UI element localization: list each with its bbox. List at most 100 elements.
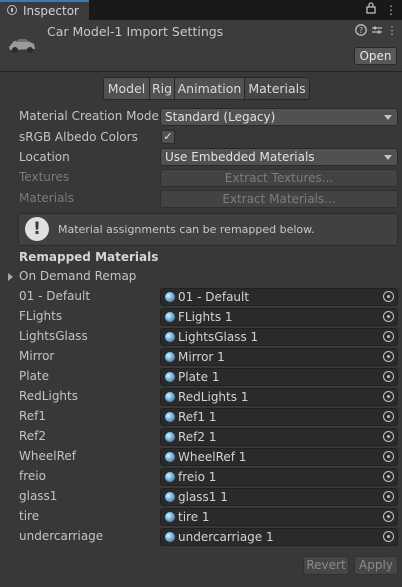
chevron-right-icon[interactable] xyxy=(8,273,13,281)
material-sphere-icon xyxy=(165,452,175,462)
object-picker-icon[interactable] xyxy=(383,351,394,362)
remap-field-wheelref[interactable]: WheelRef 1 xyxy=(160,448,398,466)
remap-field-plate[interactable]: Plate 1 xyxy=(160,368,398,386)
material-creation-mode-dropdown[interactable]: Standard (Legacy) xyxy=(160,108,398,126)
material-sphere-icon xyxy=(165,492,175,502)
on-demand-remap-foldout[interactable]: On Demand Remap xyxy=(19,269,136,283)
material-sphere-icon xyxy=(165,472,175,482)
remap-value: freio 1 xyxy=(178,470,217,484)
object-picker-icon[interactable] xyxy=(383,371,394,382)
object-picker-icon[interactable] xyxy=(383,471,394,482)
remap-field-lightsglass[interactable]: LightsGlass 1 xyxy=(160,328,398,346)
object-picker-icon[interactable] xyxy=(383,491,394,502)
remap-label-tire: tire xyxy=(19,509,40,523)
inspector-header: Car Model-1 Import Settings ? ⋮ Open xyxy=(0,20,402,72)
remap-value: Ref2 1 xyxy=(178,430,217,444)
textures-label: Textures xyxy=(19,170,70,184)
window-tab-bar: Inspector ⋮ xyxy=(0,0,402,20)
remap-value: tire 1 xyxy=(178,510,210,524)
remap-label-plate: Plate xyxy=(19,369,50,383)
location-label: Location xyxy=(19,150,70,164)
remap-field-tire[interactable]: tire 1 xyxy=(160,508,398,526)
remap-label-ref1: Ref1 xyxy=(19,409,47,423)
remapped-materials-heading: Remapped Materials xyxy=(19,250,159,264)
remap-label-glass1: glass1 xyxy=(19,489,58,503)
material-sphere-icon xyxy=(165,512,175,522)
tab-model[interactable]: Model xyxy=(103,77,150,100)
remap-field-undercarriage[interactable]: undercarriage 1 xyxy=(160,528,398,546)
page-title: Car Model-1 Import Settings xyxy=(47,24,224,39)
remap-field-01-default[interactable]: 01 - Default xyxy=(160,288,398,306)
remap-value: glass1 1 xyxy=(178,490,228,504)
more-options-icon[interactable]: ⋮ xyxy=(384,2,398,18)
info-icon: ! xyxy=(25,217,49,241)
remap-label-mirror: Mirror xyxy=(19,349,55,363)
inspector-tab[interactable]: Inspector xyxy=(0,0,89,20)
remap-value: WheelRef 1 xyxy=(178,450,247,464)
srgb-albedo-checkbox[interactable]: ✓ xyxy=(161,130,175,144)
remap-value: undercarriage 1 xyxy=(178,530,274,544)
object-picker-icon[interactable] xyxy=(383,391,394,402)
object-picker-icon[interactable] xyxy=(383,511,394,522)
remap-label-ref2: Ref2 xyxy=(19,429,47,443)
remap-value: RedLights 1 xyxy=(178,390,249,404)
remap-label-flights: FLights xyxy=(19,309,63,323)
revert-button[interactable]: Revert xyxy=(303,556,349,575)
tab-rig[interactable]: Rig xyxy=(149,77,175,100)
remap-value: Mirror 1 xyxy=(178,350,225,364)
remap-field-freio[interactable]: freio 1 xyxy=(160,468,398,486)
remap-field-ref1[interactable]: Ref1 1 xyxy=(160,408,398,426)
tab-animation[interactable]: Animation xyxy=(174,77,245,100)
remap-value: Ref1 1 xyxy=(178,410,217,424)
material-sphere-icon xyxy=(165,352,175,362)
model-thumbnail-icon xyxy=(6,28,38,60)
help-box: ! Material assignments can be remapped b… xyxy=(18,213,398,246)
object-picker-icon[interactable] xyxy=(383,431,394,442)
remap-label-01-default: 01 - Default xyxy=(19,289,91,303)
srgb-albedo-label: sRGB Albedo Colors xyxy=(19,130,138,144)
remap-field-ref2[interactable]: Ref2 1 xyxy=(160,428,398,446)
remap-field-redlights[interactable]: RedLights 1 xyxy=(160,388,398,406)
location-dropdown[interactable]: Use Embedded Materials xyxy=(160,148,398,166)
remap-field-glass1[interactable]: glass1 1 xyxy=(160,488,398,506)
material-sphere-icon xyxy=(165,432,175,442)
material-sphere-icon xyxy=(165,372,175,382)
material-sphere-icon xyxy=(165,292,175,302)
svg-text:?: ? xyxy=(359,26,363,35)
help-message: Material assignments can be remapped bel… xyxy=(58,223,315,236)
chevron-down-icon xyxy=(384,155,392,160)
remap-value: LightsGlass 1 xyxy=(178,330,259,344)
apply-button[interactable]: Apply xyxy=(354,556,398,575)
object-picker-icon[interactable] xyxy=(383,291,394,302)
open-button[interactable]: Open xyxy=(354,47,397,65)
materials-label: Materials xyxy=(19,191,75,205)
remap-label-wheelref: WheelRef xyxy=(19,449,76,463)
object-picker-icon[interactable] xyxy=(383,531,394,542)
object-picker-icon[interactable] xyxy=(383,411,394,422)
remap-label-freio: freio xyxy=(19,469,46,483)
tab-materials[interactable]: Materials xyxy=(244,77,310,100)
material-creation-mode-value: Standard (Legacy) xyxy=(165,110,276,124)
inspector-tab-label: Inspector xyxy=(23,4,79,18)
material-creation-mode-label: Material Creation Mode xyxy=(19,109,159,123)
object-picker-icon[interactable] xyxy=(383,331,394,342)
help-icon[interactable]: ? xyxy=(354,24,368,38)
remap-label-undercarriage: undercarriage xyxy=(19,529,104,543)
remap-field-mirror[interactable]: Mirror 1 xyxy=(160,348,398,366)
object-picker-icon[interactable] xyxy=(383,311,394,322)
lock-icon[interactable] xyxy=(364,2,378,18)
location-value: Use Embedded Materials xyxy=(165,150,315,164)
presets-icon[interactable] xyxy=(370,24,384,38)
remap-value: Plate 1 xyxy=(178,370,220,384)
material-sphere-icon xyxy=(165,412,175,422)
remap-value: 01 - Default xyxy=(178,290,250,304)
material-sphere-icon xyxy=(165,312,175,322)
object-picker-icon[interactable] xyxy=(383,451,394,462)
more-options-icon[interactable]: ⋮ xyxy=(385,24,399,38)
extract-materials-button[interactable]: Extract Materials... xyxy=(160,190,398,208)
remap-label-lightsglass: LightsGlass xyxy=(19,329,88,343)
chevron-down-icon xyxy=(384,115,392,120)
remap-field-flights[interactable]: FLights 1 xyxy=(160,308,398,326)
extract-textures-button[interactable]: Extract Textures... xyxy=(160,169,398,187)
material-sphere-icon xyxy=(165,332,175,342)
